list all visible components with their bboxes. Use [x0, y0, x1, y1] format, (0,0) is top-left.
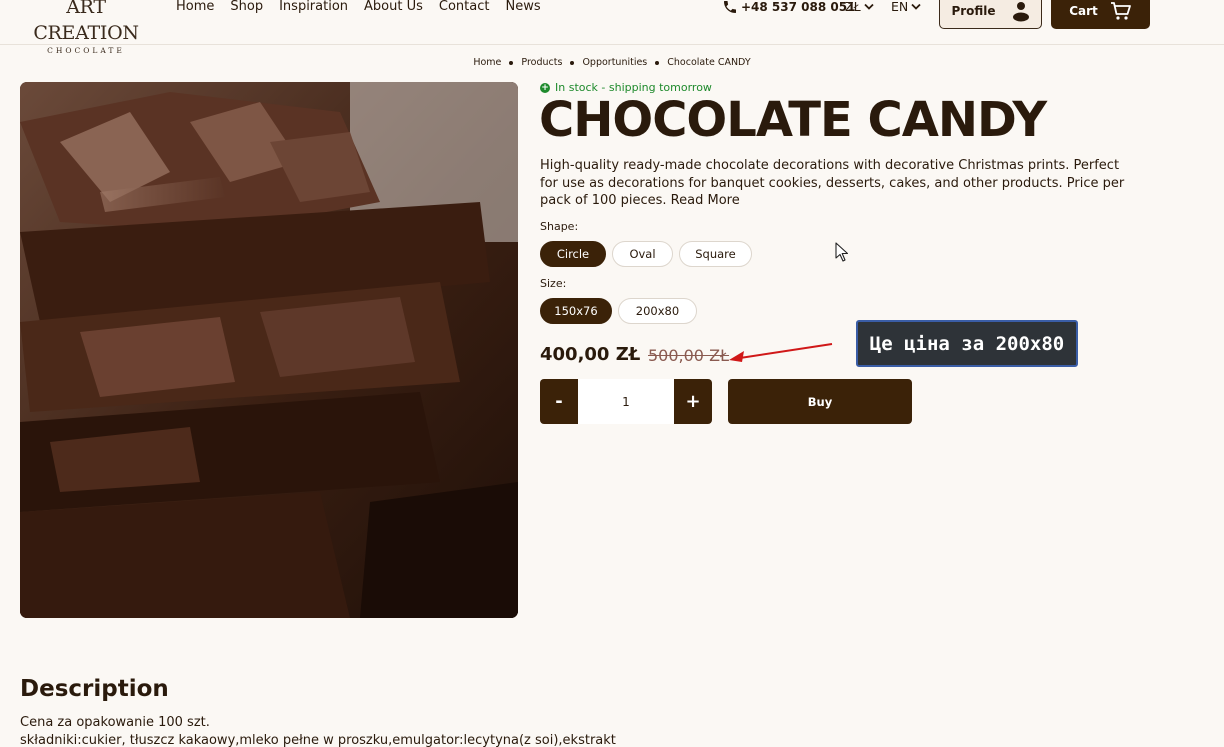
description-line: Cena za opakowanie 100 szt.: [20, 715, 210, 730]
description-line: składniki:cukier, tłuszcz kakaowy,mleko …: [20, 733, 616, 747]
annotation-label: Це ціна за 200x80: [856, 320, 1078, 367]
description-body: Cena za opakowanie 100 szt. składniki:cu…: [20, 714, 660, 747]
mouse-cursor-icon: [835, 242, 849, 262]
description-heading: Description: [20, 676, 169, 702]
annotation-arrow-icon: [729, 343, 833, 362]
